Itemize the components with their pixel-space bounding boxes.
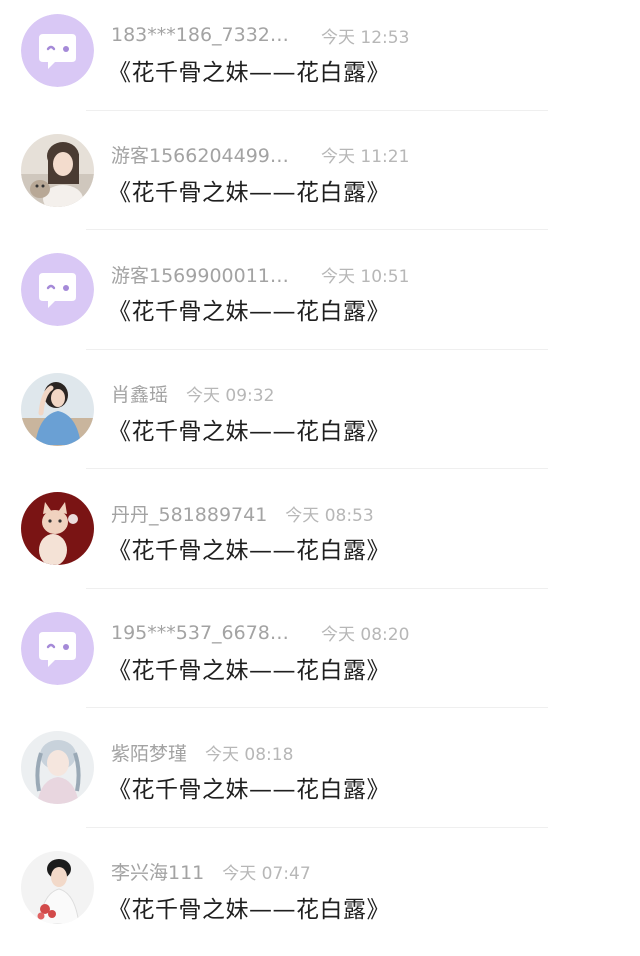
timestamp: 今天 11:21 [321, 142, 409, 167]
comment-text: 《花千骨之妹——花白露》 [108, 651, 390, 685]
avatar[interactable] [21, 134, 94, 207]
comment-meta: 195***537_6678… 今天 08:20 [111, 620, 409, 646]
comment-text: 《花千骨之妹——花白露》 [108, 531, 390, 565]
chat-bubble-icon [21, 14, 94, 87]
chat-bubble-icon [21, 612, 94, 685]
divider [86, 229, 548, 230]
divider [86, 588, 548, 589]
list-item[interactable]: 丹丹_581889741 今天 08:53 《花千骨之妹——花白露》 [0, 478, 640, 598]
username[interactable]: 紫陌梦瑾 [111, 739, 187, 766]
timestamp: 今天 07:47 [222, 859, 310, 884]
username[interactable]: 游客1569900011… [111, 261, 301, 288]
avatar[interactable] [21, 731, 94, 804]
comment-meta: 李兴海111 今天 07:47 [111, 859, 311, 885]
comment-meta: 游客1569900011… 今天 10:51 [111, 261, 409, 287]
list-item[interactable]: 183***186_7332… 今天 12:53 《花千骨之妹——花白露》 [0, 0, 640, 120]
comment-text: 《花千骨之妹——花白露》 [108, 173, 390, 207]
chat-bubble-icon [21, 253, 94, 326]
comment-meta: 紫陌梦瑾 今天 08:18 [111, 739, 293, 765]
avatar[interactable] [21, 851, 94, 924]
list-item[interactable]: 紫陌梦瑾 今天 08:18 《花千骨之妹——花白露》 [0, 717, 640, 837]
username[interactable]: 195***537_6678… [111, 622, 301, 644]
username[interactable]: 183***186_7332… [111, 24, 301, 46]
user-photo-icon [21, 134, 94, 207]
timestamp: 今天 08:18 [205, 740, 293, 765]
timestamp: 今天 08:53 [285, 501, 373, 526]
divider [86, 827, 548, 828]
comment-text: 《花千骨之妹——花白露》 [108, 412, 390, 446]
avatar[interactable] [21, 14, 94, 87]
comment-text: 《花千骨之妹——花白露》 [108, 53, 390, 87]
user-photo-icon [21, 373, 94, 446]
timestamp: 今天 10:51 [321, 262, 409, 287]
avatar[interactable] [21, 253, 94, 326]
comment-meta: 游客1566204499… 今天 11:21 [111, 142, 409, 168]
user-photo-icon [21, 851, 94, 924]
avatar[interactable] [21, 492, 94, 565]
comment-meta: 丹丹_581889741 今天 08:53 [111, 500, 374, 526]
username[interactable]: 丹丹_581889741 [111, 500, 267, 527]
comment-list: 183***186_7332… 今天 12:53 《花千骨之妹——花白露》 游客… [0, 0, 640, 944]
list-item[interactable]: 肖鑫瑶 今天 09:32 《花千骨之妹——花白露》 [0, 359, 640, 479]
timestamp: 今天 08:20 [321, 620, 409, 645]
username[interactable]: 肖鑫瑶 [111, 380, 168, 407]
user-photo-icon [21, 492, 94, 565]
list-item[interactable]: 游客1566204499… 今天 11:21 《花千骨之妹——花白露》 [0, 120, 640, 240]
divider [86, 707, 548, 708]
divider [86, 468, 548, 469]
avatar[interactable] [21, 373, 94, 446]
comment-meta: 183***186_7332… 今天 12:53 [111, 22, 409, 48]
timestamp: 今天 12:53 [321, 23, 409, 48]
list-item[interactable]: 李兴海111 今天 07:47 《花千骨之妹——花白露》 [0, 837, 640, 956]
list-item[interactable]: 游客1569900011… 今天 10:51 《花千骨之妹——花白露》 [0, 239, 640, 359]
comment-text: 《花千骨之妹——花白露》 [108, 890, 390, 924]
divider [86, 349, 548, 350]
list-item[interactable]: 195***537_6678… 今天 08:20 《花千骨之妹——花白露》 [0, 598, 640, 718]
username[interactable]: 游客1566204499… [111, 141, 301, 168]
divider [86, 110, 548, 111]
comment-text: 《花千骨之妹——花白露》 [108, 292, 390, 326]
avatar[interactable] [21, 612, 94, 685]
timestamp: 今天 09:32 [186, 381, 274, 406]
username[interactable]: 李兴海111 [111, 858, 204, 885]
comment-meta: 肖鑫瑶 今天 09:32 [111, 381, 274, 407]
comment-text: 《花千骨之妹——花白露》 [108, 770, 390, 804]
user-photo-icon [21, 731, 94, 804]
